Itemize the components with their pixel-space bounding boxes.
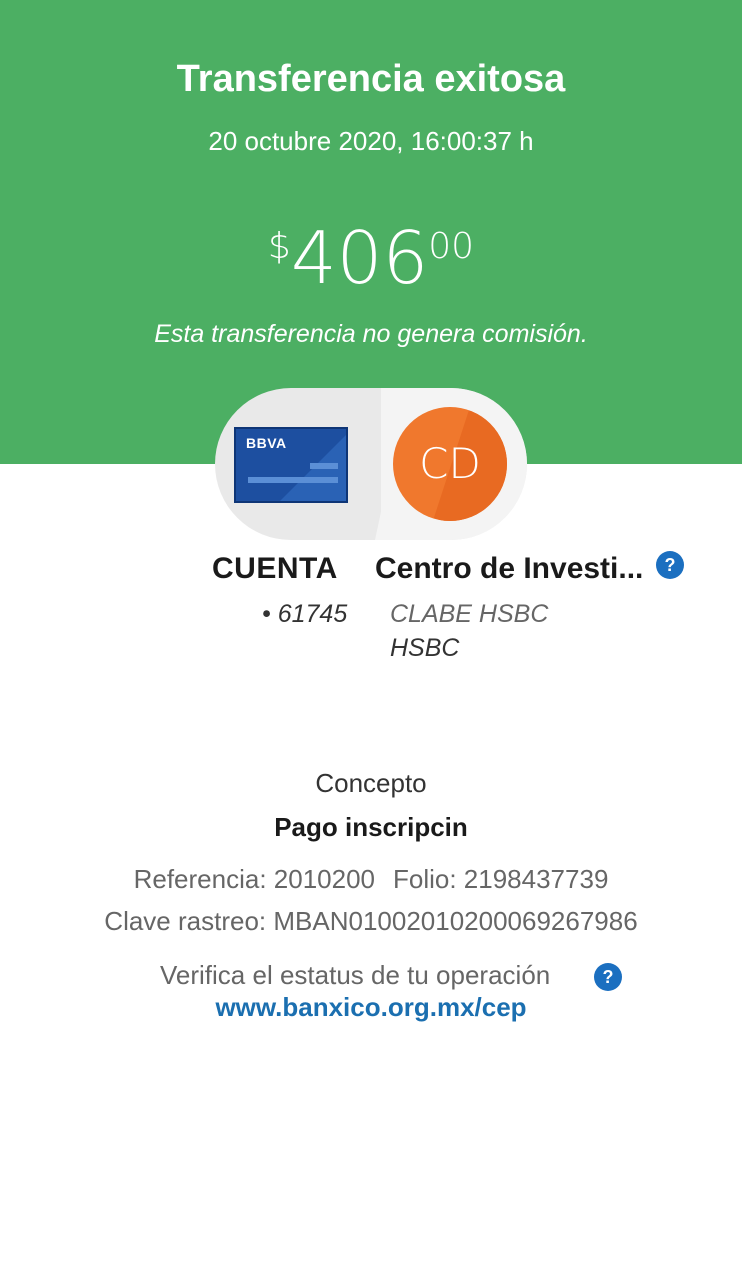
destination-bank: HSBC [390,634,460,662]
destination-avatar: CD [393,407,507,521]
transfer-receipt-screen: Transferencia exitosa 20 octubre 2020, 1… [0,0,742,1280]
question-mark-icon[interactable]: ? [594,963,622,991]
destination-account-type: CLABE HSBC [390,600,549,628]
amount-integer: 406 [290,216,429,300]
avatar-initials: CD [419,439,481,488]
destination-name: Centro de Investi... [375,552,644,585]
banxico-cep-link[interactable]: www.banxico.org.mx/cep [0,992,742,1023]
origin-account-number: • 61745 [262,600,348,628]
transfer-amount: $40600 [0,218,742,298]
reference-value: Referencia: 2010200 [133,864,375,894]
transfer-parties-pill: BBVA CD [215,388,527,540]
origin-bank-card-icon: BBVA [234,427,348,503]
concept-label: Concepto [315,768,427,798]
card-stripe [310,463,338,469]
question-mark-icon[interactable]: ? [656,551,684,579]
transfer-datetime: 20 octubre 2020, 16:00:37 h [208,126,534,156]
card-stripe [248,477,338,483]
tracking-key: Clave rastreo: MBAN01002010200069267986 [104,906,638,936]
origin-account-label: CUENTA [212,552,338,585]
concept-value: Pago inscripcin [274,812,468,842]
page-title: Transferencia exitosa [176,58,566,100]
reference-folio-line: Referencia: 2010200 Folio: 2198437739 [0,864,742,895]
fee-note: Esta transferencia no genera comisión. [154,320,588,348]
verify-status-text: Verifica el estatus de tu operación [160,960,551,990]
amount-cents: 00 [428,226,475,267]
bank-brand-logo: BBVA [246,435,287,451]
currency-symbol: $ [267,226,291,267]
folio-value: Folio: 2198437739 [393,864,609,894]
